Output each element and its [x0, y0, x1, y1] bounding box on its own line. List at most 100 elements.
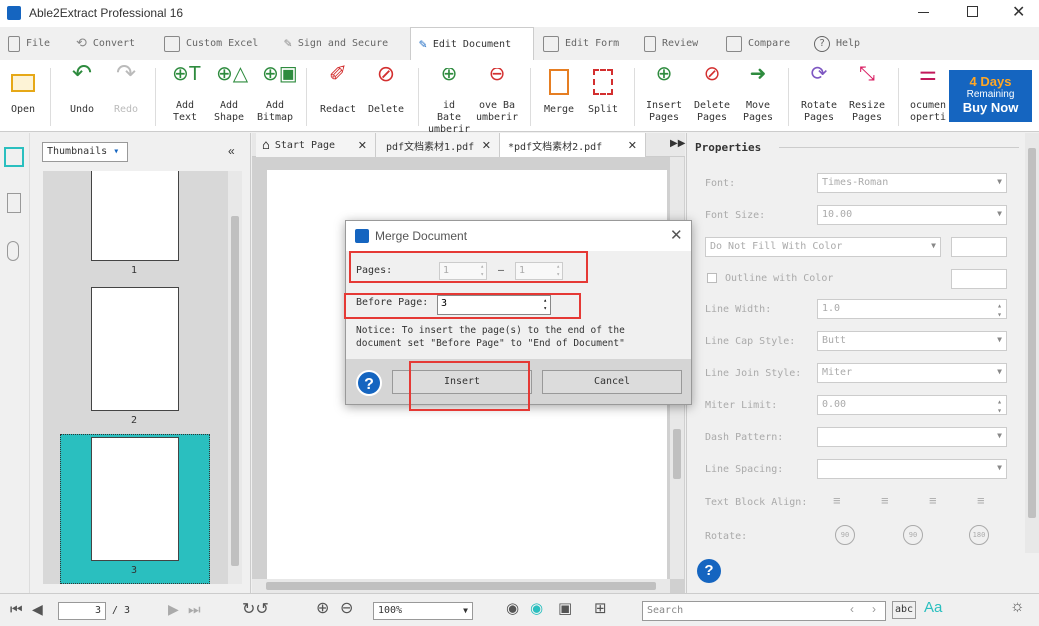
document-properties-button[interactable]: ☰ ocumen operti — [908, 68, 948, 124]
rotate-90-cw-icon[interactable]: 90 — [903, 525, 923, 545]
delete-button[interactable]: ⊘ Delete — [364, 63, 408, 116]
redact-button[interactable]: ✐ Redact — [318, 63, 358, 116]
dash-pattern-select[interactable]: ▼ — [817, 427, 1007, 447]
menu-help[interactable]: ? Help — [814, 27, 860, 60]
collapse-panel-button[interactable]: « — [228, 144, 235, 158]
menu-custom-excel[interactable]: Custom Excel — [164, 27, 258, 60]
menu-review[interactable]: Review — [644, 27, 698, 60]
line-spacing-select[interactable]: ▼ — [817, 459, 1007, 479]
close-tab-icon[interactable]: ✕ — [628, 139, 637, 152]
menu-convert[interactable]: ⟲ Convert — [76, 27, 135, 60]
add-text-icon: ⊕T — [172, 63, 201, 85]
font-select[interactable]: Times-Roman ▼ — [817, 173, 1007, 193]
buy-now-button[interactable]: 4 Days Remaining Buy Now — [949, 70, 1032, 122]
menu-file[interactable]: File — [8, 27, 50, 60]
dialog-close-button[interactable]: ✕ — [670, 226, 683, 244]
fill-select[interactable]: Do Not Fill With Color ▼ — [705, 237, 941, 257]
align-left-icon[interactable]: ≡ — [833, 493, 841, 508]
delete-pages-icon: ⊘ — [703, 63, 721, 85]
close-tab-icon[interactable]: ✕ — [358, 139, 367, 152]
menu-edit-document[interactable]: ✎ Edit Document — [410, 27, 534, 60]
outline-checkbox[interactable] — [707, 273, 717, 283]
add-text-button[interactable]: ⊕T Add Text — [166, 63, 204, 124]
line-join-select[interactable]: Miter ▼ — [817, 363, 1007, 383]
split-icon — [590, 68, 616, 96]
document-hscroll-thumb[interactable] — [266, 582, 656, 590]
zoom-out-icon[interactable]: ⊖ — [340, 598, 353, 618]
merge-button[interactable]: Merge — [540, 68, 578, 116]
bookmarks-icon[interactable] — [7, 193, 21, 213]
tab-doc1[interactable]: pdf文档素材1.pdf ✕ — [376, 133, 500, 157]
fill-color-swatch[interactable] — [951, 237, 1007, 257]
match-case-icon[interactable]: Aa — [924, 599, 942, 616]
page-number-input[interactable]: 3 — [58, 602, 106, 620]
redo-button[interactable]: ↷ Redo — [108, 62, 144, 116]
document-scroll-thumb[interactable] — [673, 429, 681, 479]
attachments-icon[interactable] — [7, 241, 19, 261]
zoom-in-icon[interactable]: ⊕ — [316, 598, 329, 618]
tab-doc2[interactable]: *pdf文档素材2.pdf ✕ — [500, 133, 646, 157]
resize-pages-button[interactable]: ⤡ Resize Pages — [846, 64, 888, 124]
undo-button[interactable]: ↶ Undo — [64, 62, 100, 116]
match-word-icon[interactable]: abc — [892, 601, 916, 619]
line-width-input[interactable]: 1.0 ▴ ▾ — [817, 299, 1007, 319]
move-pages-button[interactable]: ➜ Move Pages — [738, 64, 778, 124]
thumbnails-view-icon[interactable] — [4, 147, 24, 167]
view-mode-icon-4[interactable]: ⊞ — [594, 599, 607, 617]
close-window-button[interactable]: ✕ — [1012, 2, 1025, 22]
align-center-icon[interactable]: ≡ — [881, 493, 889, 508]
line-cap-select[interactable]: Butt ▼ — [817, 331, 1007, 351]
properties-scrollbar[interactable] — [1025, 133, 1039, 553]
page-thumbnail-2[interactable] — [91, 287, 179, 411]
view-mode-icon-1[interactable]: ◉ — [506, 599, 519, 617]
view-mode-icon-2[interactable]: ◉ — [530, 599, 543, 617]
search-prev-icon[interactable]: ‹ — [850, 602, 854, 616]
properties-help-button[interactable]: ? — [697, 559, 721, 583]
document-hscrollbar[interactable] — [252, 579, 670, 593]
menu-edit-form[interactable]: Edit Form — [543, 27, 619, 60]
search-next-icon[interactable]: › — [872, 602, 876, 616]
first-page-icon[interactable]: ⏮ — [10, 601, 23, 618]
delete-pages-button[interactable]: ⊘ Delete Pages — [690, 63, 734, 124]
close-tab-icon[interactable]: ✕ — [482, 139, 491, 152]
insert-pages-button[interactable]: ⊕ Insert Pages — [644, 64, 684, 124]
add-bates-button[interactable]: ⊕ id Bate umberir — [428, 68, 470, 136]
miter-limit-input[interactable]: 0.00 ▴ ▾ — [817, 395, 1007, 415]
rotate-view-icon[interactable]: ↻↺ — [242, 599, 269, 619]
view-mode-icon-3[interactable]: ▣ — [558, 599, 572, 617]
thumbnail-scrollbar[interactable] — [228, 171, 242, 584]
brightness-icon[interactable]: ☼ — [1010, 598, 1025, 616]
properties-scroll-thumb[interactable] — [1028, 148, 1036, 518]
add-bitmap-button[interactable]: ⊕▣ Add Bitmap — [255, 64, 298, 124]
dialog-help-button[interactable]: ? — [356, 370, 382, 396]
tab-start-page[interactable]: ⌂ Start Page ✕ — [256, 133, 376, 157]
rotate-90-ccw-icon[interactable]: 90 — [835, 525, 855, 545]
rotate-pages-button[interactable]: ⟳ Rotate Pages — [798, 64, 840, 124]
cancel-button[interactable]: Cancel — [542, 370, 682, 394]
resize-pages-label-2: Pages — [851, 112, 883, 123]
outline-color-swatch[interactable] — [951, 269, 1007, 289]
align-justify-icon[interactable]: ≡ — [977, 493, 985, 508]
thumbnail-scroll-thumb[interactable] — [231, 216, 239, 566]
remove-bates-button[interactable]: ⊖ ove Ba umberir — [476, 68, 518, 124]
tabs-scroll-right[interactable]: ▶▶ — [670, 138, 685, 149]
font-size-select[interactable]: 10.00 ▼ — [817, 205, 1007, 225]
open-button[interactable]: Open — [6, 68, 40, 116]
split-button[interactable]: Split — [584, 68, 622, 116]
next-page-icon[interactable]: ▶ — [168, 601, 179, 618]
prev-page-icon[interactable]: ◀ — [32, 601, 43, 618]
maximize-button[interactable] — [967, 6, 978, 17]
app-logo-icon — [355, 229, 369, 243]
menu-compare[interactable]: Compare — [726, 27, 790, 60]
add-shape-button[interactable]: ⊕△ Add Shape — [210, 64, 248, 124]
zoom-select[interactable]: 100% ▼ — [373, 602, 473, 620]
last-page-icon[interactable]: ⏭ — [188, 601, 201, 618]
page-thumbnail-1[interactable] — [91, 171, 179, 261]
thumbnails-dropdown[interactable]: Thumbnails ▾ — [42, 142, 128, 162]
align-right-icon[interactable]: ≡ — [929, 493, 937, 508]
menu-sign-secure[interactable]: ✎ Sign and Secure — [284, 27, 388, 60]
spinner-icon: ▴ ▾ — [997, 301, 1002, 319]
rotate-180-icon[interactable]: 180 — [969, 525, 989, 545]
page-thumbnail-3[interactable] — [91, 437, 179, 561]
minimize-button[interactable] — [918, 12, 929, 13]
